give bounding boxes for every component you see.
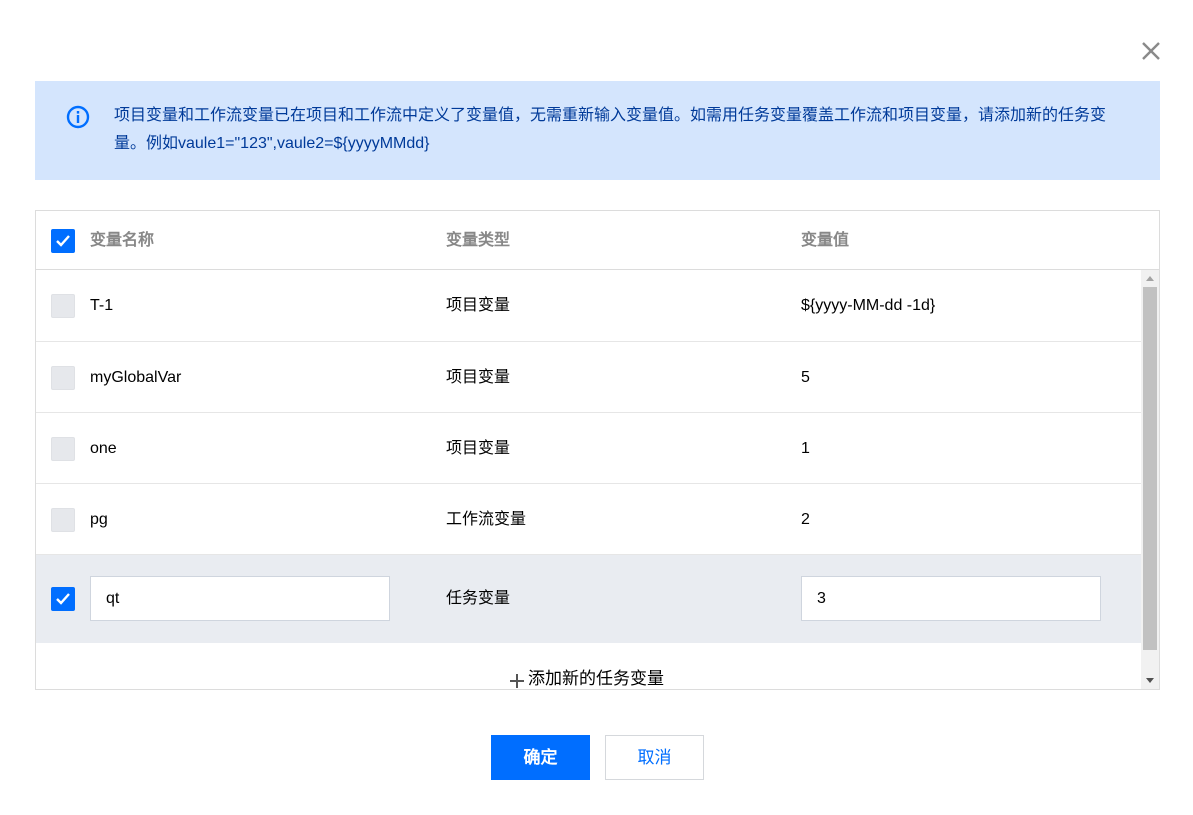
add-task-variable-label: 添加新的任务变量 xyxy=(528,669,664,688)
table-row: T-1 项目变量 ${yyyy-MM-dd -1d} xyxy=(36,270,1141,342)
add-row: 添加新的任务变量 xyxy=(36,645,1141,689)
row-checkbox[interactable] xyxy=(51,508,75,532)
confirm-button[interactable]: 确定 xyxy=(491,735,590,780)
row-checkbox[interactable] xyxy=(51,366,75,390)
table-row-editing: qt 任务变量 3 xyxy=(36,555,1141,643)
row-checkbox[interactable] xyxy=(51,294,75,318)
variable-type: 工作流变量 xyxy=(446,511,527,528)
variable-type: 任务变量 xyxy=(446,590,511,607)
notice-text: 项目变量和工作流变量已在项目和工作流中定义了变量值，无需重新输入变量值。如需用任… xyxy=(114,107,1107,152)
variable-name: one xyxy=(90,440,117,457)
row-checkbox[interactable] xyxy=(51,587,75,611)
variable-name: myGlobalVar xyxy=(90,369,182,386)
variable-value: 2 xyxy=(801,511,810,528)
table-row: pg 工作流变量 2 xyxy=(36,484,1141,555)
scroll-down-arrow-icon[interactable] xyxy=(1141,672,1159,689)
table-row: one 项目变量 1 xyxy=(36,413,1141,484)
row-checkbox[interactable] xyxy=(51,437,75,461)
header-type: 变量类型 xyxy=(446,232,511,249)
variables-table: 变量名称 变量类型 变量值 T-1 项目变量 ${yyyy-MM-dd -1d}… xyxy=(35,210,1160,690)
table-row: myGlobalVar 项目变量 5 xyxy=(36,342,1141,413)
table-scrollbar[interactable] xyxy=(1141,270,1159,689)
variable-value: 5 xyxy=(801,369,810,386)
variable-value-input[interactable]: 3 xyxy=(801,576,1101,621)
variable-name-input[interactable]: qt xyxy=(90,576,390,621)
variable-type: 项目变量 xyxy=(446,369,511,386)
close-icon[interactable] xyxy=(1138,38,1164,64)
cancel-button[interactable]: 取消 xyxy=(605,735,704,780)
variable-name: T-1 xyxy=(90,297,114,314)
header-name: 变量名称 xyxy=(90,232,155,249)
variable-type: 项目变量 xyxy=(446,297,511,314)
plus-icon xyxy=(510,674,524,688)
variable-name: pg xyxy=(90,511,108,528)
table-header: 变量名称 变量类型 变量值 xyxy=(36,211,1159,270)
select-all-checkbox[interactable] xyxy=(51,229,75,253)
add-task-variable-button[interactable]: 添加新的任务变量 xyxy=(508,667,664,689)
scroll-thumb[interactable] xyxy=(1143,287,1157,650)
info-icon xyxy=(66,105,90,129)
variable-value: 1 xyxy=(801,440,810,457)
notice-banner: 项目变量和工作流变量已在项目和工作流中定义了变量值，无需重新输入变量值。如需用任… xyxy=(35,81,1160,180)
header-value: 变量值 xyxy=(801,232,850,249)
scroll-up-arrow-icon[interactable] xyxy=(1141,270,1159,287)
variable-type: 项目变量 xyxy=(446,440,511,457)
variable-value: ${yyyy-MM-dd -1d} xyxy=(801,297,936,314)
table-body: T-1 项目变量 ${yyyy-MM-dd -1d} myGlobalVar 项… xyxy=(36,270,1141,643)
